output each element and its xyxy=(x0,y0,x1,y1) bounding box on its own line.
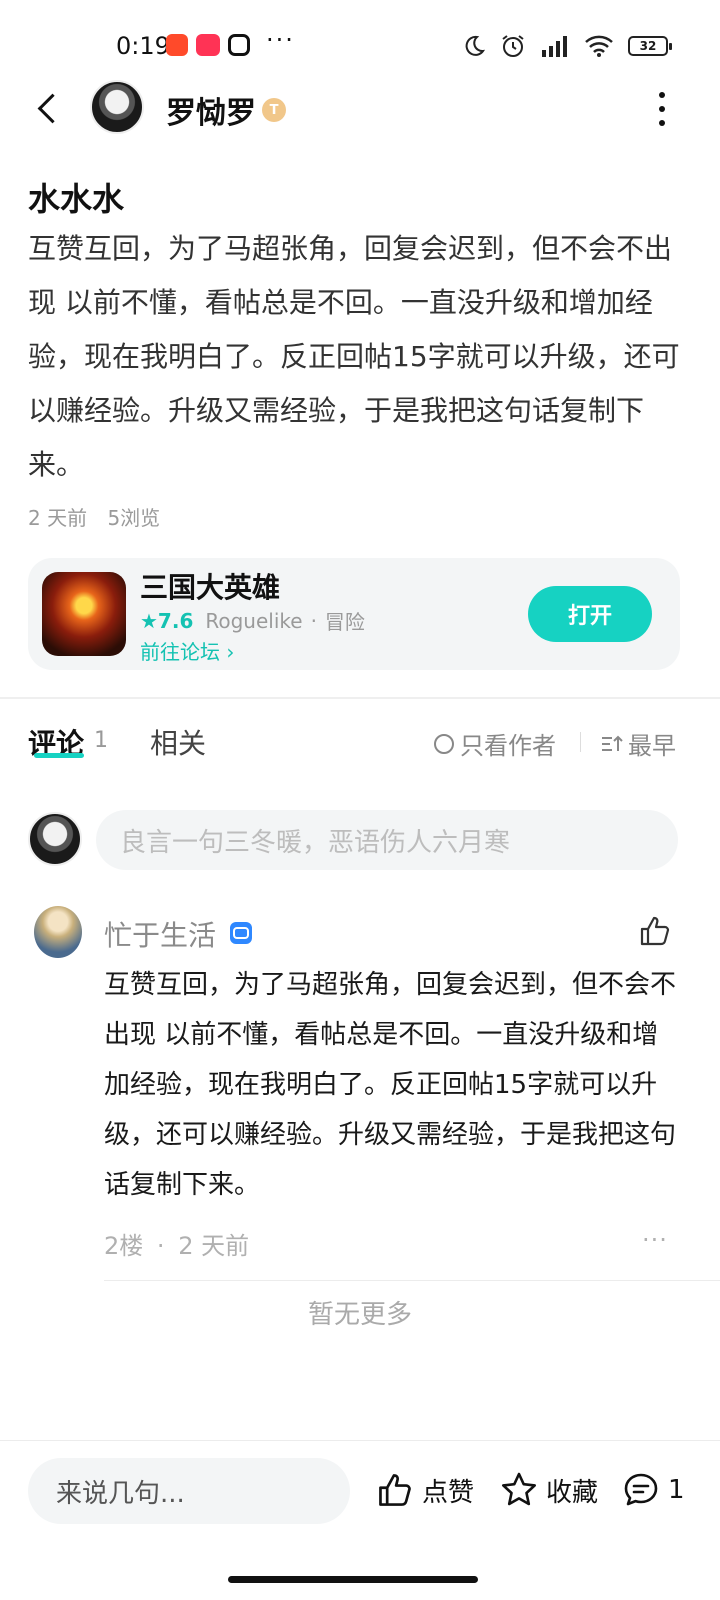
favorite-button[interactable]: 收藏 xyxy=(500,1466,598,1514)
post-header: 罗恸罗 T xyxy=(0,78,720,140)
forum-link[interactable]: 前往论坛 › xyxy=(140,636,234,665)
section-divider xyxy=(0,697,720,699)
author-avatar[interactable] xyxy=(90,80,144,134)
game-genre: Roguelike xyxy=(205,608,303,633)
home-indicator[interactable] xyxy=(228,1576,478,1583)
genre-separator: · xyxy=(310,608,317,633)
gamepad-badge-icon xyxy=(230,922,252,944)
like-button[interactable]: 点赞 xyxy=(376,1466,474,1514)
post-meta: 2 天前 5浏览 xyxy=(28,502,174,531)
post-body: 互赞互回，为了马超张角，回复会迟到，但不会不出现 以前不懂，看帖总是不回。一直没… xyxy=(28,232,680,481)
like-label: 点赞 xyxy=(422,1477,475,1508)
more-options-button[interactable] xyxy=(652,92,672,126)
tab-related[interactable]: 相关 xyxy=(150,722,206,762)
game-rating: ★7.6 xyxy=(140,608,194,633)
bottom-comment-input[interactable]: 来说几句... xyxy=(28,1458,350,1524)
filter-divider xyxy=(580,732,581,752)
battery-level: 32 xyxy=(639,39,657,53)
comment-body: 互赞互回，为了马超张角，回复会迟到，但不会不出现 以前不懂，看帖总是不回。一直没… xyxy=(104,970,677,1200)
sort-icon xyxy=(602,735,623,751)
comment-input[interactable]: 良言一句三冬暖，恶语伤人六月寒 xyxy=(96,810,678,870)
comment-more-button[interactable]: ··· xyxy=(642,1226,668,1254)
author-only-label: 只看作者 xyxy=(460,732,556,760)
post-time: 2 天前 xyxy=(28,506,88,530)
game-name[interactable]: 三国大英雄 xyxy=(140,566,280,606)
bottom-divider xyxy=(0,1440,720,1441)
comments-count: 1 xyxy=(94,728,108,753)
alarm-icon xyxy=(502,35,524,57)
battery-icon: 32 xyxy=(628,36,672,56)
moon-icon xyxy=(465,35,486,56)
post-title: 水水水 xyxy=(28,180,125,218)
commenter-name[interactable]: 忙于生活 xyxy=(104,914,216,954)
comment-meta: 2楼 · 2 天前 xyxy=(104,1226,249,1261)
comment-time: 2 天前 xyxy=(178,1232,250,1260)
more-notifications-icon: ··· xyxy=(266,26,295,54)
post-views: 5浏览 xyxy=(107,506,161,530)
more-vertical-icon xyxy=(659,92,665,98)
game-genre: 冒险 xyxy=(324,610,365,634)
my-avatar xyxy=(28,812,82,866)
game-info: ★7.6 Roguelike · 冒险 xyxy=(140,606,365,635)
sort-button[interactable]: 最早 xyxy=(600,726,676,761)
status-time: 0:19 xyxy=(116,32,170,60)
comment-divider xyxy=(104,1280,720,1281)
comment-button[interactable]: 1 xyxy=(622,1466,685,1514)
commenter-avatar[interactable] xyxy=(34,906,82,958)
thumbs-up-icon[interactable] xyxy=(638,914,672,948)
star-icon xyxy=(502,1472,536,1506)
no-more-label: 暂无更多 xyxy=(307,1300,412,1330)
favorite-label: 收藏 xyxy=(546,1477,599,1508)
sort-label: 最早 xyxy=(628,732,676,760)
status-icons: 32 xyxy=(462,32,672,60)
author-only-filter[interactable]: 只看作者 xyxy=(434,726,556,761)
comment-floor: 2楼 xyxy=(104,1232,144,1260)
comment-icon xyxy=(624,1473,658,1506)
open-game-button[interactable]: 打开 xyxy=(528,586,652,642)
wifi-icon xyxy=(585,35,613,57)
app-notification-icon xyxy=(166,34,188,56)
author-name[interactable]: 罗恸罗 xyxy=(166,88,256,132)
comment-count: 1 xyxy=(668,1475,685,1505)
game-card[interactable]: 三国大英雄 ★7.6 Roguelike · 冒险 前往论坛 › 打开 xyxy=(28,558,680,670)
meta-separator: · xyxy=(156,1232,165,1260)
app-notification-icon xyxy=(228,34,250,56)
thumbs-up-icon xyxy=(379,1474,411,1506)
back-button[interactable] xyxy=(28,86,68,130)
app-notification-icon xyxy=(196,34,220,56)
game-icon[interactable] xyxy=(42,572,126,656)
circle-icon xyxy=(434,733,454,754)
signal-icon xyxy=(542,36,567,57)
active-tab-indicator xyxy=(34,753,84,758)
author-level-badge: T xyxy=(262,98,286,122)
